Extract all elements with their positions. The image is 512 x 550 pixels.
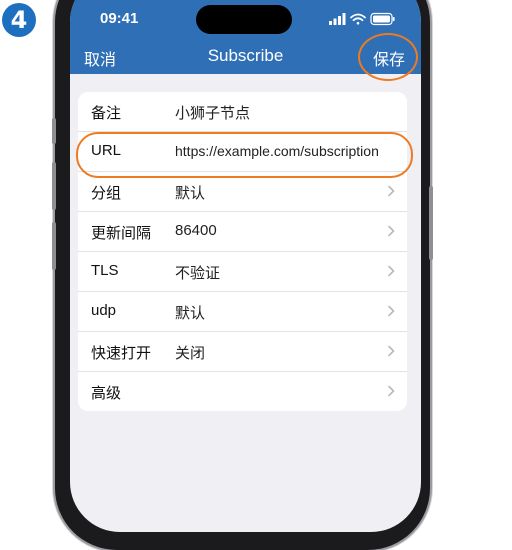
row-label: 快速打开: [91, 345, 152, 362]
battery-icon: [370, 12, 395, 26]
chevron-right-icon: [388, 345, 395, 357]
save-highlight-circle: [358, 33, 418, 81]
row-remark[interactable]: 备注 小狮子节点: [78, 92, 407, 132]
row-label: 备注: [91, 105, 122, 122]
status-time: 09:41: [100, 10, 139, 27]
row-group[interactable]: 分组 默认: [78, 172, 407, 212]
row-advanced[interactable]: 高级: [78, 372, 407, 411]
chevron-right-icon: [388, 305, 395, 317]
step-number-badge: 4: [2, 3, 36, 37]
row-udp[interactable]: udp 默认: [78, 292, 407, 332]
row-label: TLS: [91, 262, 119, 279]
chevron-right-icon: [388, 265, 395, 277]
chevron-right-icon: [388, 385, 395, 397]
row-fast-open[interactable]: 快速打开 关闭: [78, 332, 407, 372]
volume-up-button: [52, 162, 56, 210]
row-value: 不验证: [175, 265, 221, 282]
volume-down-button: [52, 222, 56, 270]
cancel-button[interactable]: 取消: [84, 46, 116, 70]
row-value: 关闭: [175, 345, 206, 362]
row-value: 默认: [175, 185, 206, 202]
row-label: 分组: [91, 185, 122, 202]
row-label: udp: [91, 302, 117, 319]
row-update-interval[interactable]: 更新间隔 86400: [78, 212, 407, 252]
chevron-right-icon: [388, 185, 395, 197]
row-value: 86400: [175, 222, 217, 239]
url-highlight-circle: [76, 132, 413, 178]
row-value: 默认: [175, 305, 206, 322]
status-icons: [329, 12, 395, 26]
phone-screen: 09:41 取消 Subscribe 保存 备注 小狮子节点 URL https://: [70, 0, 421, 532]
row-label: 高级: [91, 385, 122, 402]
row-value[interactable]: 小狮子节点: [175, 102, 250, 123]
dynamic-island: [196, 5, 292, 34]
wifi-icon: [350, 13, 366, 25]
signal-icon: [329, 13, 346, 25]
power-button: [429, 186, 433, 260]
chevron-right-icon: [388, 225, 395, 237]
row-tls[interactable]: TLS 不验证: [78, 252, 407, 292]
action-button: [52, 118, 56, 144]
row-label: 更新间隔: [91, 225, 152, 242]
